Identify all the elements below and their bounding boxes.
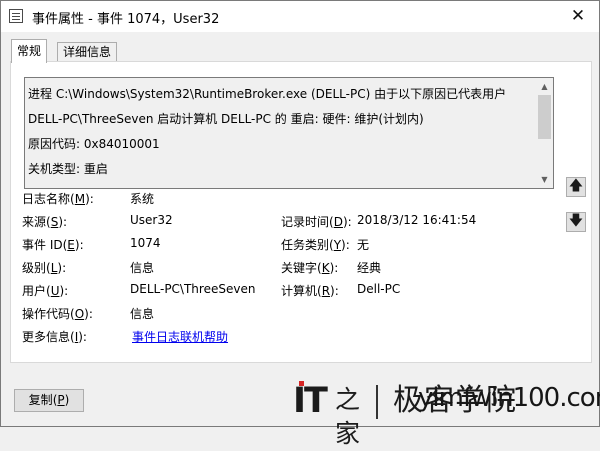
log-name-value: 系统: [130, 192, 155, 206]
computer-value: Dell-PC: [357, 282, 401, 296]
site-watermark: ylmfwin100.com: [418, 383, 600, 413]
computer-label: 计算机(R):: [281, 284, 339, 298]
opcode-label: 操作代码(O):: [22, 307, 93, 321]
description-line: 进程 C:\Windows\System32\RuntimeBroker.exe…: [28, 87, 507, 101]
log-name-label: 日志名称(M):: [22, 192, 94, 206]
previous-event-button[interactable]: 🡅: [566, 177, 586, 197]
keywords-label: 关键字(K):: [281, 261, 339, 275]
more-info-label: 更多信息(I):: [22, 330, 87, 344]
title-bar: 事件属性 - 事件 1074，User32 ✕: [1, 1, 599, 32]
arrow-up-icon: 🡅: [568, 178, 584, 194]
level-value: 信息: [130, 261, 155, 275]
online-help-link[interactable]: 事件日志联机帮助: [132, 328, 228, 345]
user-label: 用户(U):: [22, 284, 69, 298]
logged-value: 2018/3/12 16:41:54: [357, 213, 477, 227]
window-title: 事件属性 - 事件 1074，User32: [32, 12, 220, 27]
scroll-down-icon[interactable]: ▼: [536, 171, 553, 188]
event-id-value: 1074: [130, 236, 161, 250]
tab-general[interactable]: 常规: [11, 39, 48, 63]
general-tab-panel: 进程 C:\Windows\System32\RuntimeBroker.exe…: [10, 61, 592, 448]
task-category-label: 任务类别(Y):: [281, 238, 350, 252]
close-button[interactable]: ✕: [567, 5, 589, 27]
logo-it-mark: IT: [293, 381, 328, 421]
scroll-up-icon[interactable]: ▲: [536, 78, 553, 95]
logo-divider: [376, 385, 378, 419]
task-category-value: 无: [357, 238, 370, 252]
description-scrollbar[interactable]: ▲ ▼: [536, 78, 553, 188]
event-id-label: 事件 ID(E):: [22, 238, 84, 252]
event-description[interactable]: 进程 C:\Windows\System32\RuntimeBroker.exe…: [24, 77, 554, 189]
source-label: 来源(S):: [22, 215, 68, 229]
event-properties-window: 事件属性 - 事件 1074，User32 ✕ 常规 详细信息 进程 C:\Wi…: [0, 0, 600, 448]
logo-zhijia: 之家: [335, 385, 361, 448]
arrow-down-icon: 🡇: [568, 213, 584, 229]
tab-details[interactable]: 详细信息: [57, 42, 118, 62]
copy-button[interactable]: 复制(P): [14, 389, 84, 412]
keywords-value: 经典: [357, 261, 382, 275]
event-properties-icon: [9, 9, 23, 23]
source-value: User32: [130, 213, 173, 227]
next-event-button[interactable]: 🡇: [566, 212, 586, 232]
logged-label: 记录时间(D):: [281, 215, 352, 229]
scroll-thumb[interactable]: [538, 95, 551, 139]
description-line: DELL-PC\ThreeSeven 启动计算机 DELL-PC 的 重启: 硬…: [28, 112, 424, 126]
user-value: DELL-PC\ThreeSeven: [130, 282, 256, 296]
description-line: 关机类型: 重启: [28, 162, 108, 176]
level-label: 级别(L):: [22, 261, 67, 275]
opcode-value: 信息: [130, 307, 155, 321]
description-line: 原因代码: 0x84010001: [28, 137, 160, 151]
